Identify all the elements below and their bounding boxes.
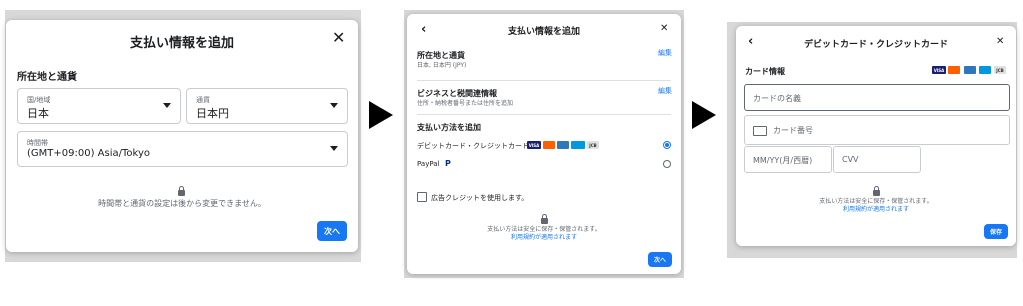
terms-link[interactable]: 利用規約が適用されます bbox=[407, 232, 681, 241]
chevron-down-icon bbox=[163, 103, 171, 108]
card-name-input[interactable]: カードの名義 bbox=[744, 84, 1010, 111]
currency-value: 日本円 bbox=[196, 107, 229, 120]
radio-card[interactable] bbox=[663, 141, 671, 149]
timezone-value: (GMT+09:00) Asia/Tokyo bbox=[27, 148, 150, 159]
cvv-input[interactable]: CVV bbox=[833, 146, 921, 173]
country-value: 日本 bbox=[27, 107, 49, 120]
ad-credit-label: 広告クレジットを使用します。 bbox=[431, 194, 529, 202]
save-button[interactable]: 保存 bbox=[984, 224, 1008, 239]
country-label: 国/地域 bbox=[27, 96, 51, 104]
card-number-input[interactable]: カード番号 bbox=[744, 115, 1010, 145]
method-card-label: デビットカード・クレジットカード bbox=[417, 142, 529, 150]
country-select[interactable]: 国/地域 日本 bbox=[17, 88, 181, 124]
card-number-placeholder: カード番号 bbox=[773, 126, 813, 135]
close-button[interactable]: ✕ bbox=[332, 28, 345, 47]
chevron-down-icon bbox=[330, 103, 338, 108]
mastercard-icon bbox=[948, 66, 960, 74]
visa-icon: VISA bbox=[527, 141, 541, 149]
divider bbox=[417, 80, 671, 81]
next-button[interactable]: 次へ bbox=[648, 252, 672, 267]
payment-title: 支払い方法を追加 bbox=[417, 123, 481, 132]
location-value: 日本, 日本円 (JPY) bbox=[417, 62, 467, 69]
close-button[interactable]: ✕ bbox=[996, 36, 1004, 47]
method-paypal-label: PayPal bbox=[417, 160, 440, 168]
currency-label: 通貨 bbox=[196, 96, 210, 104]
ad-credit-checkbox[interactable] bbox=[417, 192, 427, 202]
paypal-icon: P bbox=[445, 159, 451, 168]
card-name-placeholder: カードの名義 bbox=[753, 94, 801, 103]
amex-icon bbox=[571, 141, 585, 149]
currency-note: 時間帯と通貨の設定は後から変更できません。 bbox=[98, 199, 266, 208]
arrow-right-icon bbox=[692, 101, 716, 129]
amex-icon bbox=[979, 66, 991, 74]
card-info-title: カード情報 bbox=[745, 67, 785, 76]
business-edit-link[interactable]: 編集 bbox=[658, 86, 672, 96]
radio-paypal[interactable] bbox=[663, 160, 671, 168]
visa-icon: VISA bbox=[932, 66, 946, 74]
amex-icon bbox=[557, 141, 569, 149]
expiry-input[interactable]: MM/YY(月/西暦) bbox=[744, 146, 832, 173]
dialog-title: 支払い情報を追加 bbox=[129, 36, 234, 51]
arrow-right-icon bbox=[369, 101, 393, 129]
business-value: 住所・納税者番号または住所を追加 bbox=[417, 100, 514, 107]
cvv-placeholder: CVV bbox=[842, 155, 859, 164]
dialog-title: 支払い情報を追加 bbox=[507, 27, 580, 37]
currency-select[interactable]: 通貨 日本円 bbox=[186, 88, 348, 124]
terms-link[interactable]: 利用規約が適用されます bbox=[736, 204, 1016, 213]
jcb-icon: JCB bbox=[994, 66, 1006, 74]
jcb-icon: JCB bbox=[587, 141, 599, 149]
next-button[interactable]: 次へ bbox=[317, 221, 347, 241]
credit-card-icon bbox=[753, 126, 767, 136]
mastercard-icon bbox=[543, 141, 555, 149]
payment-dialog-step2: ‹ 支払い情報を追加 ✕ 所在地と通貨 日本, 日本円 (JPY) 編集 ビジネ… bbox=[407, 14, 681, 274]
payment-dialog-step1: 支払い情報を追加 ✕ 所在地と通貨 国/地域 日本 通貨 日本円 時間帯 (GM… bbox=[6, 20, 358, 252]
timezone-select[interactable]: 時間帯 (GMT+09:00) Asia/Tokyo bbox=[17, 131, 348, 167]
close-button[interactable]: ✕ bbox=[660, 23, 668, 34]
card-dialog: ‹ デビットカード・クレジットカード ✕ カード情報 VISA JCB カードの… bbox=[736, 26, 1016, 246]
timezone-label: 時間帯 bbox=[27, 139, 48, 147]
section-title: 所在地と通貨 bbox=[17, 72, 77, 83]
dialog-title: デビットカード・クレジットカード bbox=[803, 40, 948, 50]
location-edit-link[interactable]: 編集 bbox=[658, 48, 672, 58]
expiry-placeholder: MM/YY(月/西暦) bbox=[753, 156, 813, 165]
chevron-down-icon bbox=[330, 146, 338, 151]
divider bbox=[417, 114, 671, 115]
lock-icon bbox=[178, 186, 185, 196]
amex-icon bbox=[964, 66, 976, 74]
